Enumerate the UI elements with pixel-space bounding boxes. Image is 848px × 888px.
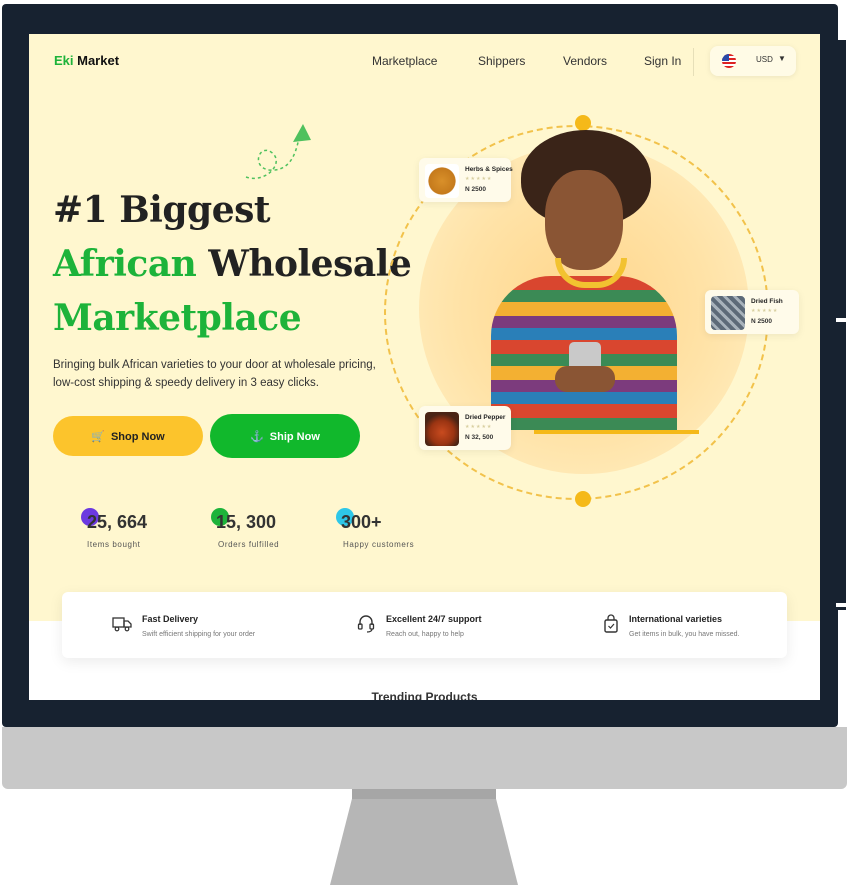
product-name: Herbs & Spices bbox=[465, 166, 513, 173]
nav-marketplace[interactable]: Marketplace bbox=[372, 54, 437, 68]
hero-headline-line1: #1 Biggest bbox=[53, 189, 271, 231]
product-card-dried-pepper[interactable]: Dried Pepper ★★★★★ N 32, 500 bbox=[419, 406, 511, 450]
hero-headline-african: African bbox=[53, 243, 197, 285]
features-bar: Fast Delivery Swift efficient shipping f… bbox=[62, 592, 787, 658]
hero-woman-image bbox=[489, 130, 689, 430]
hands bbox=[555, 366, 615, 392]
rating-stars-icon: ★★★★★ bbox=[465, 176, 493, 182]
nav-divider bbox=[693, 48, 694, 76]
hero-headline-line2: African Wholesale bbox=[53, 243, 412, 285]
monitor-stand-neck bbox=[352, 789, 496, 799]
herbs-spices-thumbnail bbox=[425, 164, 459, 198]
product-name: Dried Fish bbox=[751, 298, 783, 305]
bezel-notch bbox=[836, 603, 848, 607]
product-name: Dried Pepper bbox=[465, 414, 506, 421]
trending-products-heading: Trending Products bbox=[371, 690, 478, 700]
feature-title: Excellent 24/7 support bbox=[386, 614, 482, 624]
website-screen: Eki Market Marketplace Shippers Vendors … bbox=[29, 34, 820, 700]
stat-orders-label: Orders fulfilled bbox=[218, 540, 280, 549]
feature-desc: Swift efficient shipping for your order bbox=[142, 631, 256, 638]
nav-shippers[interactable]: Shippers bbox=[478, 54, 525, 68]
orbit-dot bbox=[575, 491, 591, 507]
truck-icon bbox=[112, 617, 132, 632]
us-flag-icon bbox=[722, 54, 736, 68]
hero-headline-wholesale: Wholesale bbox=[196, 243, 412, 285]
logo-suffix: Market bbox=[73, 53, 120, 68]
feature-title: Fast Delivery bbox=[142, 614, 199, 624]
shop-now-label: Shop Now bbox=[110, 430, 165, 443]
logo-prefix: Eki bbox=[54, 53, 74, 68]
monitor-chin bbox=[2, 727, 847, 789]
chevron-down-icon: ▼ bbox=[778, 54, 786, 63]
face bbox=[545, 170, 623, 270]
bag-icon bbox=[604, 614, 618, 633]
nav-vendors[interactable]: Vendors bbox=[563, 54, 607, 68]
stat-items-bought-label: Items bought bbox=[87, 540, 141, 549]
yellow-shelf-line bbox=[534, 430, 699, 434]
stat-items-bought-value: 25, 664 bbox=[87, 512, 148, 532]
feature-desc: Reach out, happy to help bbox=[386, 631, 464, 638]
monitor-bezel-edge bbox=[836, 40, 846, 610]
brand-logo[interactable]: Eki Market bbox=[54, 53, 119, 68]
rating-stars-icon: ★★★★★ bbox=[465, 424, 493, 430]
monitor-stand bbox=[330, 789, 518, 885]
ship-icon: ⚓ bbox=[250, 430, 264, 443]
dried-fish-thumbnail bbox=[711, 296, 745, 330]
nav-sign-in[interactable]: Sign In bbox=[644, 54, 681, 68]
product-price: N 32, 500 bbox=[465, 434, 494, 441]
rating-stars-icon: ★★★★★ bbox=[751, 308, 779, 314]
ship-now-button[interactable]: ⚓ Ship Now bbox=[210, 414, 360, 458]
stat-customers-label: Happy customers bbox=[343, 540, 415, 549]
stat-customers-value: 300+ bbox=[341, 512, 382, 532]
product-card-dried-fish[interactable]: Dried Fish ★★★★★ N 2500 bbox=[705, 290, 799, 334]
product-price: N 2500 bbox=[751, 318, 772, 325]
hero-headline-line3: Marketplace bbox=[53, 297, 302, 339]
feature-title: International varieties bbox=[629, 614, 723, 624]
headset-icon bbox=[357, 615, 375, 633]
product-card-herbs[interactable]: Herbs & Spices ★★★★★ N 2500 bbox=[419, 158, 513, 202]
product-price: N 2500 bbox=[465, 186, 486, 193]
currency-label: USD bbox=[756, 55, 773, 64]
shop-now-button[interactable]: 🛒 Shop Now bbox=[53, 416, 203, 456]
bezel-notch bbox=[836, 318, 848, 322]
dashed-arrow-path-icon bbox=[245, 124, 311, 180]
orbit-dot bbox=[575, 115, 591, 131]
stat-orders-value: 15, 300 bbox=[216, 512, 277, 532]
dried-pepper-thumbnail bbox=[425, 412, 459, 446]
ship-now-label: Ship Now bbox=[269, 430, 320, 443]
cart-icon: 🛒 bbox=[91, 430, 105, 443]
currency-selector[interactable]: USD ▼ bbox=[710, 46, 796, 76]
feature-desc: Get items in bulk, you have missed. bbox=[629, 631, 740, 638]
hero-subtitle: Bringing bulk African varieties to your … bbox=[53, 359, 376, 389]
